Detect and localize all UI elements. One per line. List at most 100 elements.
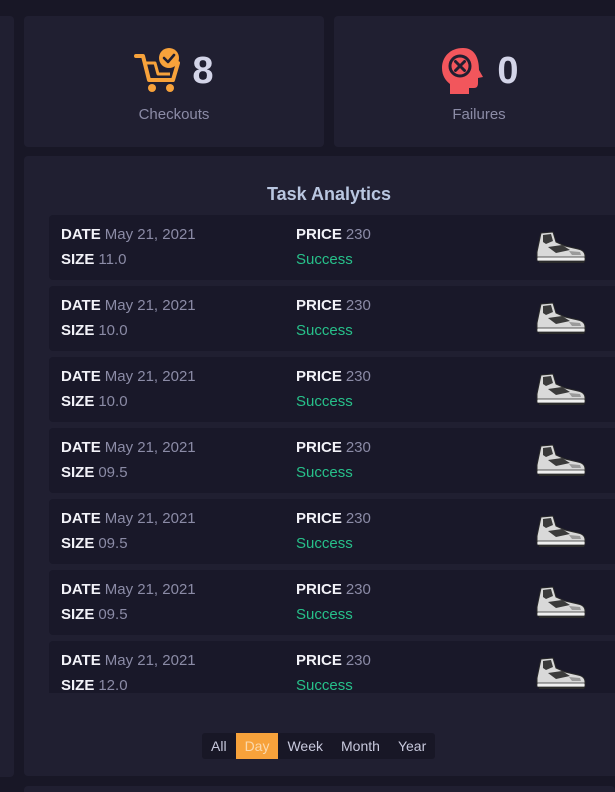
task-date: DATE May 21, 2021: [61, 581, 196, 599]
task-analytics-title: Task Analytics: [266, 184, 392, 204]
date-label: DATE: [61, 297, 101, 314]
size-label: SIZE: [61, 464, 95, 481]
failures-count: 0: [497, 50, 519, 92]
sneaker-icon: [536, 444, 586, 476]
head-x-icon: [442, 48, 484, 94]
date-value: May 21, 2021: [104, 510, 196, 527]
date-value: May 21, 2021: [104, 226, 196, 243]
task-row[interactable]: DATE May 21, 2021 SIZE 10.0 PRICE 230 Succe…: [49, 286, 615, 351]
task-price: PRICE 230: [296, 226, 371, 244]
task-date: DATE May 21, 2021: [61, 226, 196, 244]
filter-week-button[interactable]: Week: [278, 733, 332, 759]
failures-stat-row: 0: [334, 46, 615, 96]
price-label: PRICE: [296, 510, 342, 527]
task-date: DATE May 21, 2021: [61, 510, 196, 528]
size-value: 11.0: [98, 251, 127, 268]
size-value: 10.0: [98, 322, 128, 339]
task-price: PRICE 230: [296, 510, 371, 528]
price-label: PRICE: [296, 226, 342, 243]
task-row[interactable]: DATE May 21, 2021 SIZE 09.5 PRICE 230 Succe…: [49, 499, 615, 564]
task-list[interactable]: DATE May 21, 2021 SIZE 11.0 PRICE 230 Succe…: [49, 215, 615, 693]
task-size: SIZE 10.0: [61, 322, 128, 340]
task-price: PRICE 230: [296, 581, 371, 599]
size-label: SIZE: [61, 535, 95, 552]
size-value: 12.0: [98, 677, 128, 693]
price-value: 230: [345, 510, 371, 527]
size-label: SIZE: [61, 251, 95, 268]
task-size: SIZE 09.5: [61, 464, 128, 482]
date-label: DATE: [61, 510, 101, 527]
bottom-panel: [24, 786, 615, 792]
failures-card: 0 Failures: [334, 16, 615, 147]
task-status: Success: [296, 322, 353, 339]
task-status: Success: [296, 464, 353, 481]
price-label: PRICE: [296, 439, 342, 456]
task-row[interactable]: DATE May 21, 2021 SIZE 11.0 PRICE 230 Succe…: [49, 215, 615, 280]
price-value: 230: [345, 368, 371, 385]
sneaker-icon: [536, 302, 586, 334]
date-label: DATE: [61, 226, 101, 243]
task-size: SIZE 11.0: [61, 251, 126, 269]
size-label: SIZE: [61, 322, 95, 339]
filter-all-button[interactable]: All: [202, 733, 236, 759]
date-label: DATE: [61, 652, 101, 669]
sneaker-icon: [536, 515, 586, 547]
task-row[interactable]: DATE May 21, 2021 SIZE 09.5 PRICE 230 Succe…: [49, 428, 615, 493]
size-value: 10.0: [98, 393, 128, 410]
sneaker-icon: [536, 586, 586, 618]
dashboard: 8 Checkouts 0 Failures Task Analytics DA…: [0, 0, 615, 792]
shopping-cart-check-icon: [134, 48, 181, 92]
price-value: 230: [345, 226, 371, 243]
task-size: SIZE 09.5: [61, 606, 128, 624]
task-status: Success: [296, 393, 353, 410]
checkouts-stat-row: 8: [24, 46, 324, 96]
date-value: May 21, 2021: [104, 439, 196, 456]
filter-year-button[interactable]: Year: [389, 733, 435, 759]
size-value: 09.5: [98, 464, 128, 481]
filter-day-button[interactable]: Day: [235, 733, 279, 759]
size-label: SIZE: [61, 606, 95, 623]
date-label: DATE: [61, 368, 101, 385]
task-status: Success: [296, 535, 353, 552]
price-label: PRICE: [296, 652, 342, 669]
size-value: 09.5: [98, 535, 128, 552]
price-value: 230: [345, 581, 371, 598]
task-size: SIZE 10.0: [61, 393, 128, 411]
date-label: DATE: [61, 439, 101, 456]
task-price: PRICE 230: [296, 368, 371, 386]
task-date: DATE May 21, 2021: [61, 368, 196, 386]
task-price: PRICE 230: [296, 297, 371, 315]
price-value: 230: [345, 652, 371, 669]
sneaker-icon: [536, 373, 586, 405]
task-row[interactable]: DATE May 21, 2021 SIZE 12.0 PRICE 230 Succe…: [49, 641, 615, 693]
failures-label: Failures: [452, 106, 506, 123]
task-row[interactable]: DATE May 21, 2021 SIZE 10.0 PRICE 230 Succe…: [49, 357, 615, 422]
task-analytics-panel: Task Analytics DATE May 21, 2021 SIZE 11.0…: [24, 156, 615, 776]
task-row[interactable]: DATE May 21, 2021 SIZE 09.5 PRICE 230 Succe…: [49, 570, 615, 635]
time-filter-bar: All Day Week Month Year: [202, 733, 436, 759]
task-status: Success: [296, 677, 353, 693]
price-label: PRICE: [296, 368, 342, 385]
task-date: DATE May 21, 2021: [61, 652, 196, 670]
date-value: May 21, 2021: [104, 297, 196, 314]
price-label: PRICE: [296, 581, 342, 598]
checkouts-label: Checkouts: [138, 106, 210, 123]
size-value: 09.5: [98, 606, 128, 623]
size-label: SIZE: [61, 393, 95, 410]
task-status: Success: [296, 251, 353, 268]
task-status: Success: [296, 606, 353, 623]
left-panel: [0, 16, 14, 777]
task-date: DATE May 21, 2021: [61, 297, 196, 315]
date-value: May 21, 2021: [104, 652, 196, 669]
task-size: SIZE 12.0: [61, 677, 128, 693]
sneaker-icon: [536, 657, 586, 689]
task-price: PRICE 230: [296, 439, 371, 457]
filter-month-button[interactable]: Month: [332, 733, 389, 759]
size-label: SIZE: [61, 677, 95, 693]
task-size: SIZE 09.5: [61, 535, 128, 553]
price-label: PRICE: [296, 297, 342, 314]
checkouts-card: 8 Checkouts: [24, 16, 324, 147]
date-value: May 21, 2021: [104, 368, 196, 385]
date-label: DATE: [61, 581, 101, 598]
sneaker-icon: [536, 231, 586, 263]
